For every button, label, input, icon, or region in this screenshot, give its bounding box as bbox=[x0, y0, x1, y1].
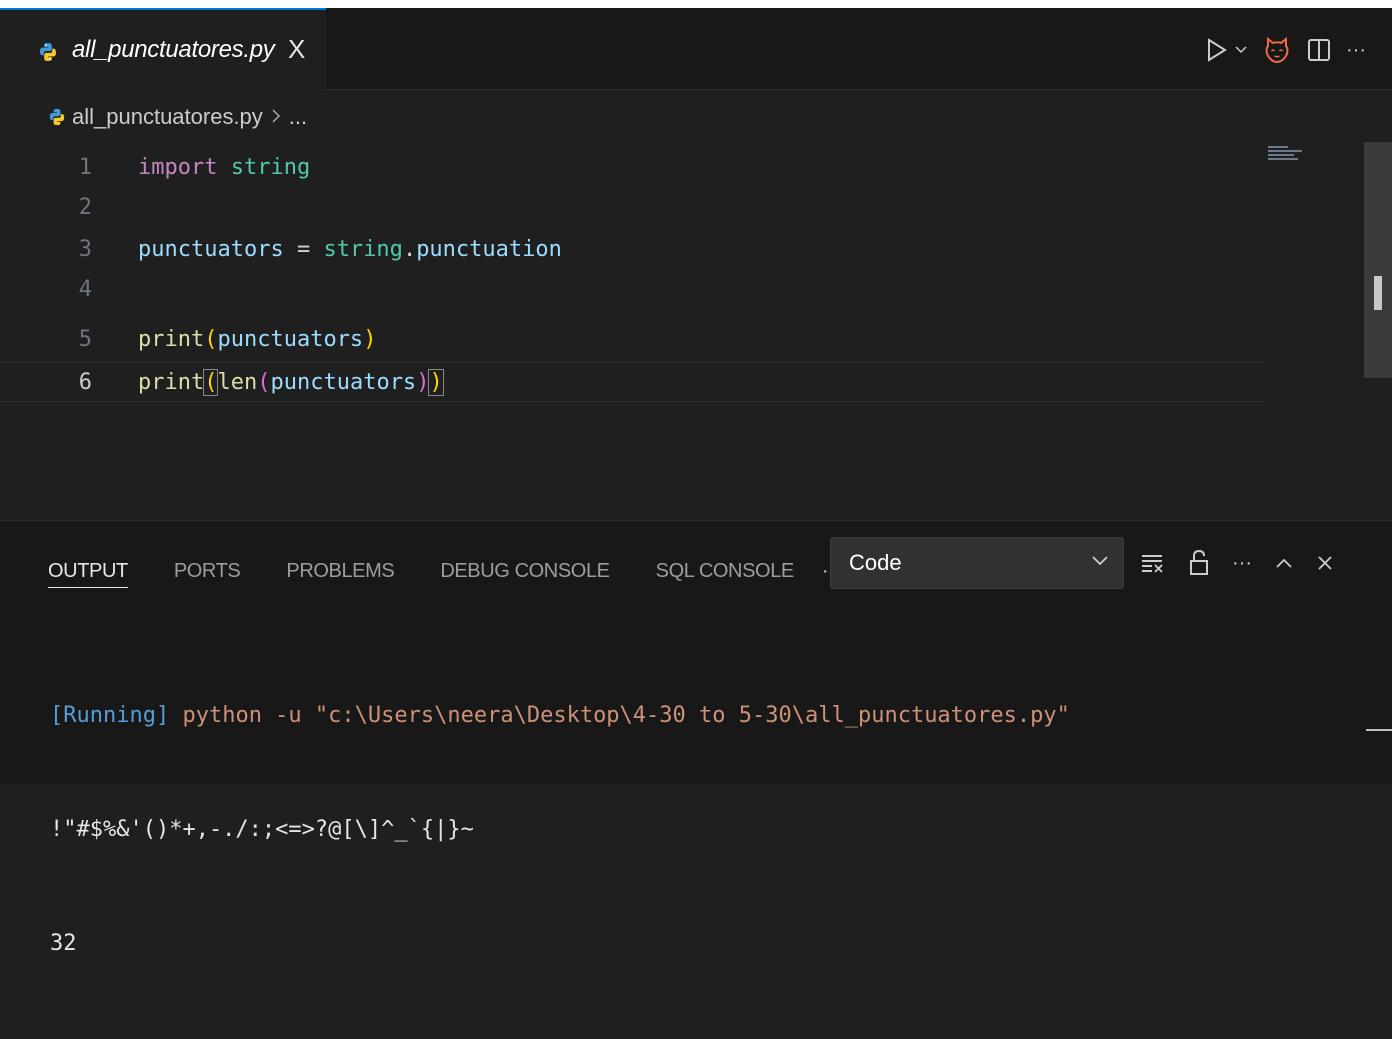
line-number: 4 bbox=[78, 277, 92, 302]
paren: ) bbox=[428, 369, 444, 396]
python-file-icon bbox=[48, 108, 66, 126]
paren: ( bbox=[203, 369, 219, 396]
output-log[interactable]: [Running] python -u "c:\Users\neera\Desk… bbox=[50, 621, 1070, 1039]
dot: . bbox=[402, 237, 417, 262]
tab-close-icon[interactable]: X bbox=[288, 34, 305, 65]
paren: ) bbox=[416, 370, 430, 395]
panel-tabs: OUTPUT PORTS PROBLEMS DEBUG CONSOLE SQL … bbox=[48, 551, 841, 591]
chevron-down-icon bbox=[1091, 554, 1109, 572]
more-actions-icon[interactable]: ··· bbox=[1232, 552, 1252, 575]
code-line: 3 punctuators = string.punctuation bbox=[0, 230, 1264, 270]
operator: = bbox=[296, 237, 311, 262]
output-line-running: [Running] python -u "c:\Users\neera\Desk… bbox=[50, 697, 1070, 735]
chevron-right-icon bbox=[271, 104, 281, 130]
line-number: 2 bbox=[78, 195, 92, 220]
output-channel-select[interactable]: Code bbox=[830, 537, 1124, 589]
copilot-cat-icon[interactable] bbox=[1262, 35, 1292, 65]
code-line: 5 print(punctuators) bbox=[0, 320, 1264, 360]
paren: ( bbox=[257, 370, 271, 395]
attribute: punctuation bbox=[416, 237, 562, 262]
run-command: python -u "c:\Users\neera\Desktop\4-30 t… bbox=[169, 703, 1070, 728]
editor-scrollbar[interactable] bbox=[1364, 142, 1392, 378]
output-line-length: 32 bbox=[50, 931, 77, 956]
variable: punctuators bbox=[138, 237, 284, 262]
keyword-import: import bbox=[138, 155, 218, 180]
output-line-punctuation: !"#$%&'()*+,-./:;<=>?@[\]^_`{|}~ bbox=[50, 817, 474, 842]
split-editor-icon[interactable] bbox=[1306, 37, 1332, 63]
tab-ports[interactable]: PORTS bbox=[174, 560, 241, 583]
panel-scrollbar-marker bbox=[1366, 729, 1392, 731]
close-panel-icon[interactable] bbox=[1316, 554, 1334, 572]
paren: ) bbox=[363, 327, 377, 352]
running-tag: [Running] bbox=[50, 703, 170, 728]
top-strip bbox=[0, 0, 1392, 8]
bottom-panel: OUTPUT PORTS PROBLEMS DEBUG CONSOLE SQL … bbox=[0, 520, 1392, 956]
breadcrumb: all_punctuatores.py ... bbox=[48, 100, 307, 134]
clear-output-icon[interactable] bbox=[1140, 551, 1166, 575]
code-editor[interactable]: 1 import string 2 3 punctuators = string… bbox=[0, 140, 1392, 520]
line-number: 5 bbox=[78, 327, 92, 352]
line-number: 6 bbox=[78, 370, 92, 395]
module-name: string bbox=[230, 155, 311, 180]
scrollbar-thumb[interactable] bbox=[1374, 276, 1382, 310]
tab-debug-console[interactable]: DEBUG CONSOLE bbox=[440, 560, 610, 583]
more-actions-icon[interactable]: ··· bbox=[1346, 39, 1366, 62]
run-icon[interactable] bbox=[1206, 37, 1228, 63]
tab-problems[interactable]: PROBLEMS bbox=[286, 560, 394, 583]
function-name: print bbox=[138, 327, 205, 352]
module-name: string bbox=[323, 237, 403, 262]
code-line: 4 bbox=[0, 270, 1264, 310]
paren: ( bbox=[204, 327, 218, 352]
tab-all-punctuatores[interactable]: all_punctuatores.py X bbox=[0, 8, 326, 90]
current-code-line: 6 print(len(punctuators)) bbox=[0, 362, 1264, 402]
argument: punctuators bbox=[217, 327, 364, 352]
line-number: 3 bbox=[78, 237, 92, 262]
tab-filename: all_punctuatores.py bbox=[72, 36, 275, 63]
code-line: 2 bbox=[0, 188, 1264, 228]
editor-tab-bar: all_punctuatores.py X ··· bbox=[0, 8, 1392, 90]
tab-sql-console[interactable]: SQL CONSOLE bbox=[656, 560, 795, 583]
argument: punctuators bbox=[270, 370, 417, 395]
python-file-icon bbox=[38, 42, 58, 67]
minimap[interactable] bbox=[1268, 146, 1308, 160]
tab-output[interactable]: OUTPUT bbox=[48, 560, 128, 588]
function-name: print bbox=[138, 370, 205, 395]
line-number: 1 bbox=[78, 155, 92, 180]
panel-actions: ··· bbox=[1140, 543, 1334, 583]
function-name: len bbox=[217, 370, 258, 395]
maximize-panel-icon[interactable] bbox=[1274, 556, 1294, 570]
breadcrumb-symbols[interactable]: ... bbox=[289, 104, 307, 130]
run-dropdown-chevron-icon[interactable] bbox=[1234, 45, 1248, 55]
breadcrumb-file[interactable]: all_punctuatores.py bbox=[72, 104, 263, 130]
unlock-icon[interactable] bbox=[1188, 549, 1210, 577]
select-value: Code bbox=[849, 550, 902, 575]
editor-actions: ··· bbox=[1206, 32, 1366, 68]
code-line: 1 import string bbox=[0, 148, 1264, 188]
